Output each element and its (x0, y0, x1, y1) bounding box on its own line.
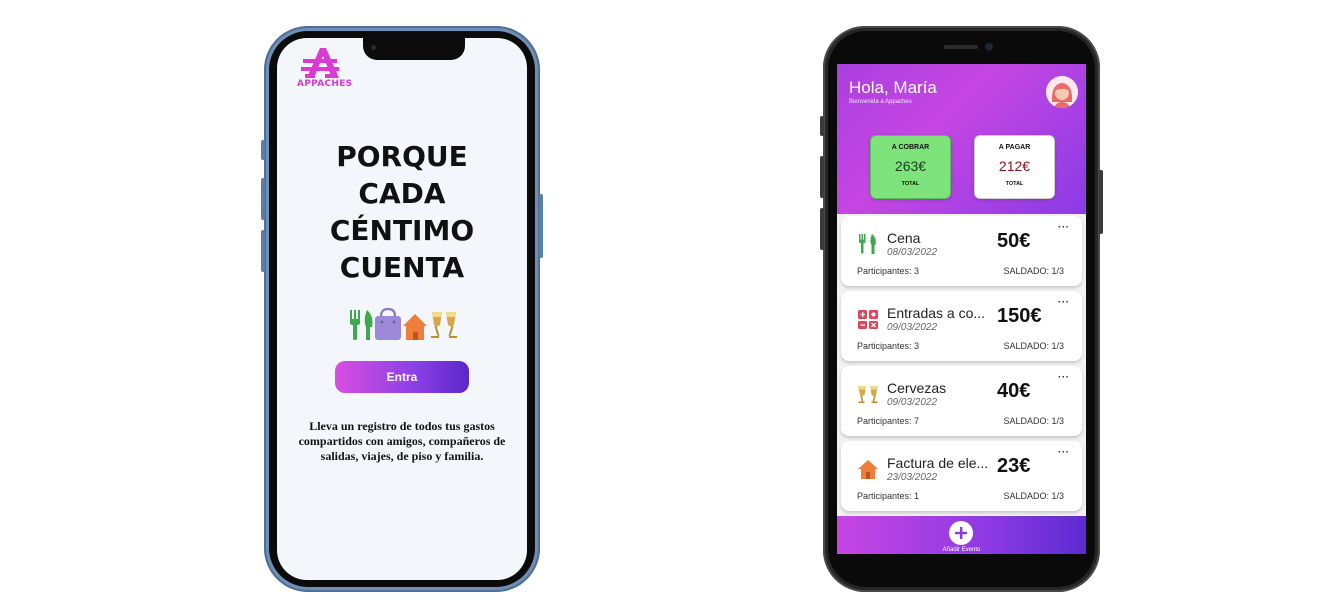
fork-knife-icon (350, 310, 373, 340)
dashboard-header: Hola, María Bienvenida a Appaches A COBR… (837, 64, 1086, 214)
event-amount: 40€ (997, 380, 1031, 402)
event-name: Entradas a co... (887, 305, 986, 321)
event-status: SALDADO: 1/3 (1003, 491, 1064, 501)
pagar-amount: 212€ (998, 158, 1031, 174)
house-icon (858, 460, 878, 479)
category-icons (350, 307, 457, 340)
logo-text: APPACHES (297, 79, 353, 89)
event-name: Cena (887, 230, 921, 246)
dashboard-screen: Hola, María Bienvenida a Appaches A COBR… (837, 64, 1086, 554)
tagline-line: Lleva un registro de todos tus gastos (309, 419, 495, 433)
headline: PORQUE CADA CÉNTIMO CUENTA (277, 138, 527, 286)
cobrar-amount: 263€ (894, 158, 927, 174)
event-menu-button[interactable]: ··· (1058, 297, 1070, 308)
tagline: Lleva un registro de todos tus gastos co… (285, 419, 519, 464)
event-card[interactable]: Factura de ele... 23/03/2022 23€ ··· Par… (841, 441, 1082, 511)
headline-line: PORQUE (336, 140, 468, 173)
event-participants: Participantes: 1 (857, 491, 920, 501)
event-status: SALDADO: 1/3 (1003, 416, 1064, 426)
headline-line: CÉNTIMO (329, 214, 475, 247)
phone-power-button (1099, 170, 1103, 234)
add-event-label: Añadir Evento (942, 547, 981, 553)
event-card[interactable]: Cervezas 09/03/2022 40€ ··· Participante… (841, 366, 1082, 436)
phone-notch (363, 38, 465, 60)
event-amount: 23€ (997, 455, 1031, 477)
event-date: 08/03/2022 (887, 247, 938, 258)
event-participants: Participantes: 3 (857, 341, 920, 351)
headline-line: CUENTA (339, 251, 465, 284)
avatar[interactable] (1046, 76, 1078, 108)
event-status: SALDADO: 1/3 (1003, 341, 1064, 351)
dashboard-phone: Hola, María Bienvenida a Appaches A COBR… (820, 26, 1103, 592)
event-date: 09/03/2022 (887, 322, 938, 333)
welcome-subtitle: Bienvenida a Appaches (849, 99, 912, 105)
pagar-card[interactable]: A PAGAR 212€ TOTAL (974, 135, 1055, 199)
house-icon (403, 314, 427, 340)
tickets-icon (858, 310, 878, 329)
fork-knife-icon (859, 234, 876, 254)
event-amount: 50€ (997, 230, 1031, 252)
event-name: Cervezas (887, 380, 947, 396)
front-camera (985, 43, 993, 51)
onboarding-phone: APPACHES PORQUE CADA CÉNTIMO CUENTA Entr… (261, 26, 543, 592)
phone-volume-down (261, 230, 265, 272)
pagar-title: A PAGAR (998, 144, 1031, 151)
pagar-total-label: TOTAL (1005, 181, 1024, 187)
front-camera (371, 45, 376, 50)
app-logo: APPACHES (297, 48, 353, 89)
cobrar-card[interactable]: A COBRAR 263€ TOTAL (870, 135, 951, 199)
enter-button[interactable]: Entra (335, 361, 469, 393)
cheers-icon (858, 386, 878, 404)
phone-power-button (539, 194, 543, 258)
event-participants: Participantes: 7 (857, 416, 920, 426)
tagline-line: compartidos con amigos, compañeros de (298, 434, 506, 448)
user-avatar-icon (1046, 76, 1078, 108)
event-card[interactable]: Cena 08/03/2022 50€ ··· Participantes: 3… (841, 216, 1082, 286)
cobrar-total-label: TOTAL (901, 181, 920, 187)
event-amount: 150€ (997, 305, 1042, 327)
plus-icon (955, 527, 967, 539)
event-menu-button[interactable]: ··· (1058, 372, 1070, 383)
phone-mute-switch (820, 116, 824, 136)
cheers-icon (431, 312, 457, 338)
add-event-button[interactable] (949, 521, 973, 545)
bottom-bar: Añadir Evento (837, 516, 1086, 554)
event-date: 09/03/2022 (887, 397, 938, 408)
headline-line: CADA (358, 177, 446, 210)
event-card[interactable]: Entradas a co... 09/03/2022 150€ ··· Par… (841, 291, 1082, 361)
cobrar-title: A COBRAR (891, 144, 930, 151)
phone-speaker (944, 45, 978, 49)
event-menu-button[interactable]: ··· (1058, 222, 1070, 233)
event-participants: Participantes: 3 (857, 266, 920, 276)
greeting: Hola, María (849, 78, 937, 97)
event-status: SALDADO: 1/3 (1003, 266, 1064, 276)
phone-volume-up (820, 156, 824, 198)
phone-volume-down (820, 208, 824, 250)
event-name: Factura de ele... (887, 455, 989, 471)
phone-mute-switch (261, 140, 265, 160)
event-date: 23/03/2022 (887, 472, 938, 483)
shopping-bag-icon (375, 307, 401, 340)
event-menu-button[interactable]: ··· (1058, 447, 1070, 458)
tagline-line: salidas, viajes, de piso y familia. (320, 449, 484, 463)
phone-volume-up (261, 178, 265, 220)
logo-mark-icon (301, 48, 339, 78)
onboarding-screen: APPACHES PORQUE CADA CÉNTIMO CUENTA Entr… (277, 38, 527, 580)
